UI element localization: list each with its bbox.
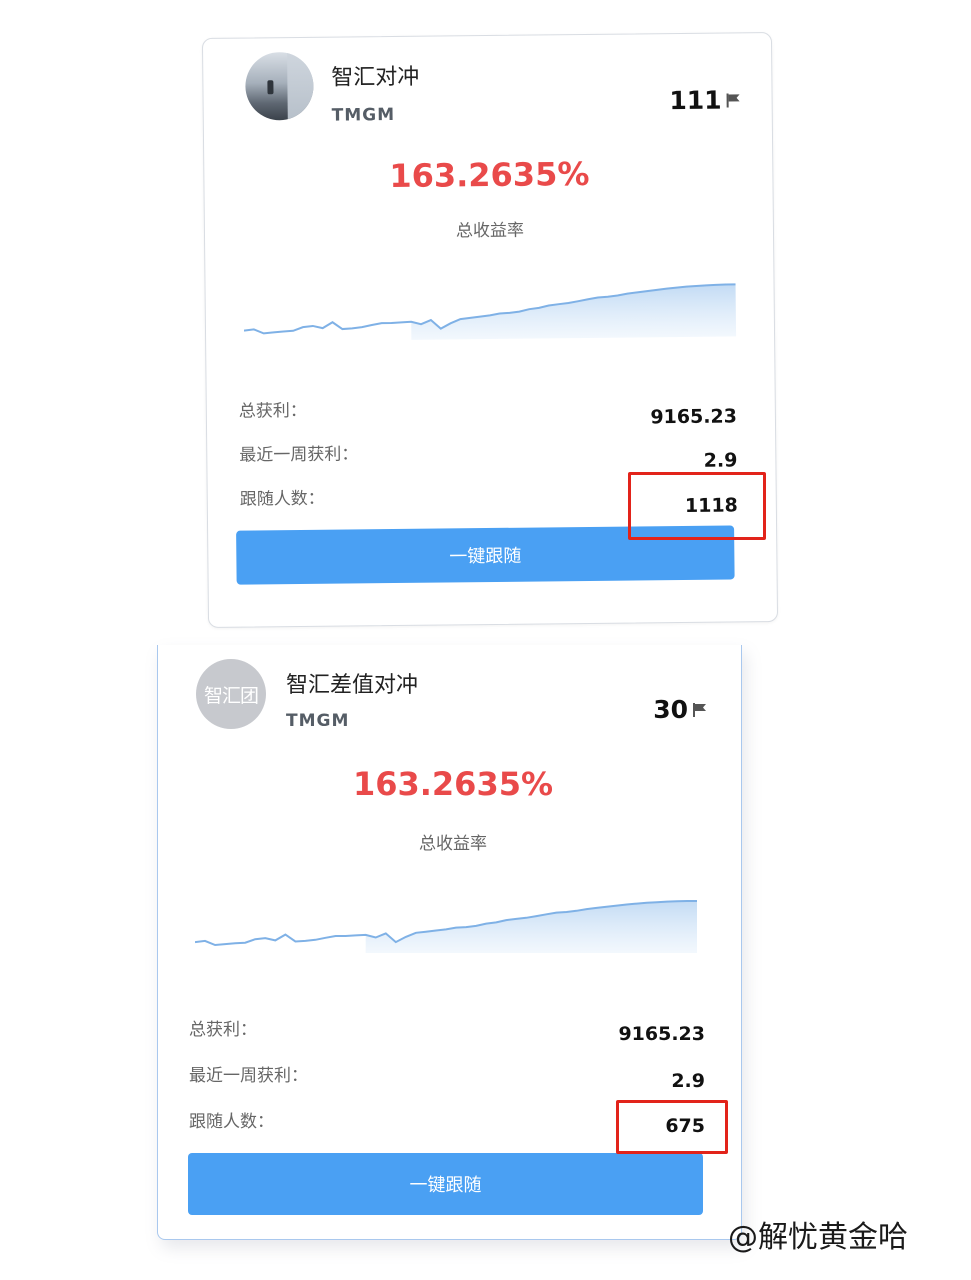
followers-label: 跟随人数：: [239, 488, 325, 510]
broker-label: TMGM: [286, 711, 350, 731]
total-profit-label: 总获利：: [189, 1020, 257, 1040]
followers-label: 跟随人数：: [189, 1112, 274, 1132]
return-sparkline: [243, 283, 737, 340]
total-profit-value: 9165.23: [650, 405, 738, 429]
week-profit-label: 最近一周获利：: [189, 1066, 308, 1086]
rank-count-value: 111: [669, 85, 722, 116]
flag-icon: [693, 702, 706, 717]
trader-name: 智汇对冲: [331, 64, 420, 91]
total-return-label: 总收益率: [419, 834, 487, 854]
total-profit-label: 总获利：: [238, 400, 307, 422]
watermark: @解忧黄金哈: [728, 1220, 908, 1255]
sparkline-area: [411, 284, 737, 340]
rank-count-value: 30: [653, 695, 688, 724]
trader-avatar-text: 智汇团: [196, 659, 266, 729]
follow-button[interactable]: 一键跟随: [188, 1153, 703, 1215]
week-profit-value: 2.9: [703, 449, 738, 472]
total-profit-value: 9165.23: [618, 1023, 705, 1045]
week-profit-value: 2.9: [671, 1070, 705, 1092]
trader-avatar: [245, 51, 314, 121]
total-return-label: 总收益率: [455, 220, 525, 242]
trader-name: 智汇差值对冲: [286, 673, 419, 698]
broker-label: TMGM: [331, 104, 396, 126]
followers-highlight-box: [628, 472, 766, 540]
followers-highlight-box: [616, 1100, 728, 1154]
total-return-value: 163.2635%: [352, 765, 554, 803]
total-return-value: 163.2635%: [389, 154, 590, 196]
return-sparkline: [195, 900, 697, 953]
week-profit-label: 最近一周获利：: [239, 444, 359, 466]
rank-count: 30: [653, 695, 708, 724]
rank-count: 111: [669, 85, 741, 115]
flag-icon: [726, 92, 740, 108]
sparkline-area: [365, 901, 697, 953]
